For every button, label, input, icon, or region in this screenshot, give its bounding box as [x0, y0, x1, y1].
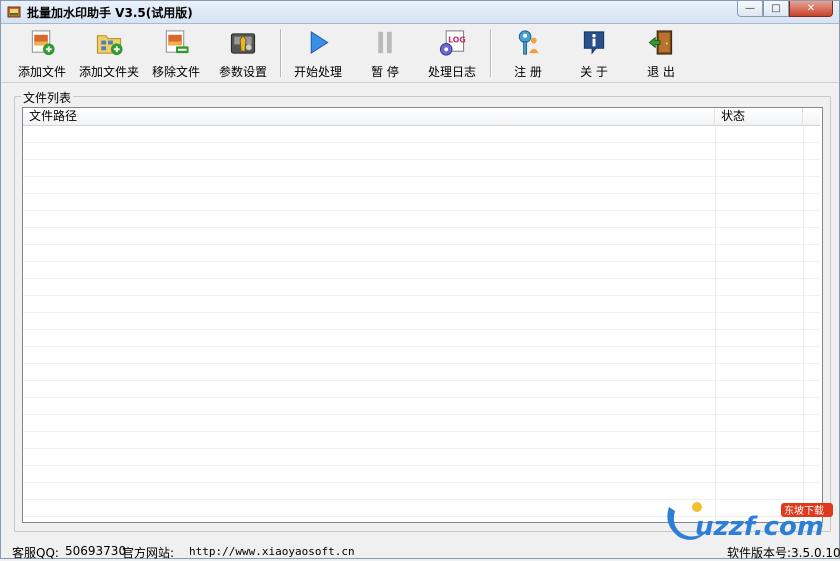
- watermark-badge: 东坡下载: [784, 504, 824, 517]
- website-link[interactable]: http://www.xiaoyaosoft.cn: [189, 545, 355, 558]
- version-text: 软件版本号:3.5.0.10: [727, 546, 840, 560]
- file-list-group-label: 文件列表: [21, 89, 74, 106]
- watermark-logo: uzzf.com 东坡下载: [667, 502, 833, 542]
- file-list-view[interactable]: 文件路径 状态: [22, 107, 823, 523]
- toolbar-separator: [280, 29, 282, 77]
- svg-text:LOG: LOG: [448, 36, 466, 45]
- exit-door-icon: [648, 30, 673, 55]
- remove-file-label: 移除文件: [151, 65, 200, 79]
- pause-label: 暂 停: [371, 65, 399, 79]
- settings-button[interactable]: 参数设置: [216, 26, 270, 80]
- start-button[interactable]: 开始处理: [291, 26, 345, 80]
- add-folder-icon: [96, 35, 123, 56]
- column-divider: [803, 126, 804, 522]
- add-file-button[interactable]: 添加文件: [15, 26, 69, 80]
- add-folder-label: 添加文件夹: [78, 65, 139, 79]
- remove-file-button[interactable]: 移除文件: [149, 26, 203, 80]
- app-icon: [7, 6, 21, 18]
- about-button[interactable]: 关 于: [567, 26, 621, 80]
- exit-button[interactable]: 退 出: [634, 26, 688, 80]
- register-key-icon: [518, 30, 539, 55]
- about-info-icon: [583, 31, 605, 55]
- pause-icon: [378, 31, 392, 54]
- start-label: 开始处理: [293, 65, 342, 79]
- toolbar: 添加文件 添加文件夹 移除文件 参数设置 开始处理 暂 停 LOG 处理日志 注…: [1, 24, 839, 83]
- pause-button[interactable]: 暂 停: [358, 26, 412, 80]
- website-label: 官方网站:: [122, 546, 175, 560]
- play-icon: [310, 30, 329, 55]
- log-icon: LOG: [439, 30, 466, 56]
- register-button[interactable]: 注 册: [501, 26, 555, 80]
- column-divider: [715, 126, 716, 522]
- log-label: 处理日志: [427, 65, 476, 79]
- close-button[interactable]: ✕: [789, 1, 833, 17]
- window-title: 批量加水印助手 V3.5(试用版): [27, 6, 193, 20]
- column-header-status[interactable]: 状态: [715, 108, 803, 125]
- qq-label: 客服QQ:: [12, 546, 59, 560]
- column-header-path[interactable]: 文件路径: [23, 108, 715, 125]
- log-button[interactable]: LOG 处理日志: [425, 26, 479, 80]
- settings-label: 参数设置: [218, 65, 267, 79]
- window-controls: — □ ✕: [737, 1, 833, 19]
- add-file-icon: [31, 30, 55, 56]
- add-file-label: 添加文件: [17, 65, 66, 79]
- maximize-button[interactable]: □: [763, 1, 789, 17]
- settings-icon: [230, 33, 256, 54]
- add-folder-button[interactable]: 添加文件夹: [77, 26, 141, 80]
- about-label: 关 于: [580, 65, 608, 79]
- app-window: 批量加水印助手 V3.5(试用版) — □ ✕ 添加文件 添加文件夹 移除文件 …: [0, 0, 840, 560]
- exit-label: 退 出: [647, 65, 675, 79]
- remove-file-icon: [165, 30, 189, 54]
- title-bar[interactable]: 批量加水印助手 V3.5(试用版) — □ ✕: [1, 1, 839, 24]
- minimize-button[interactable]: —: [737, 1, 763, 17]
- list-rows-area[interactable]: [23, 126, 820, 522]
- register-label: 注 册: [514, 65, 542, 79]
- list-header: 文件路径 状态: [23, 108, 820, 126]
- qq-value: 50693730: [65, 544, 127, 558]
- toolbar-separator: [490, 29, 492, 77]
